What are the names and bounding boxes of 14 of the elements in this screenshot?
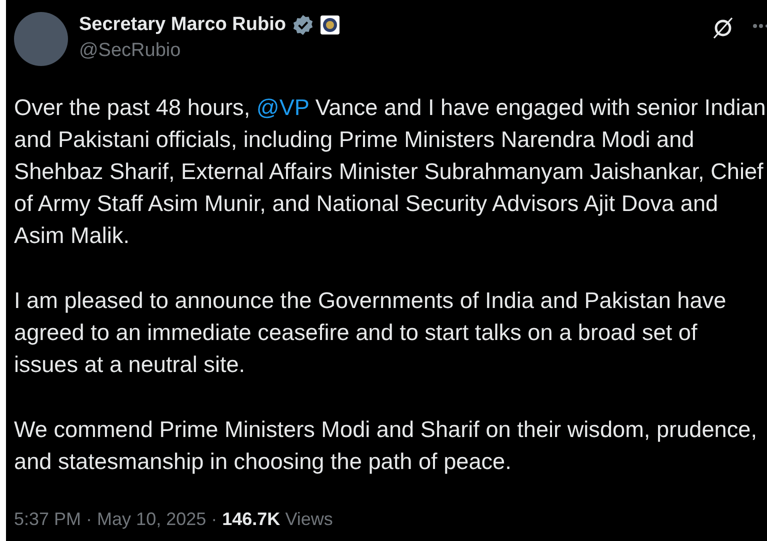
post-paragraph: I am pleased to announce the Governments of India and Pakistan have agreed to an immediate ceasefire and to start talks on a broad set of issues at a neutral site. bbox=[14, 287, 728, 379]
avatar[interactable] bbox=[14, 12, 68, 66]
separator-dot: · bbox=[211, 509, 218, 530]
slashed-circle-icon[interactable] bbox=[712, 16, 734, 40]
seal-icon bbox=[320, 15, 340, 35]
view-count: 146.7K Views bbox=[222, 509, 333, 530]
mention-link[interactable]: @VP bbox=[256, 95, 310, 120]
author-handle[interactable]: @SecRubio bbox=[79, 40, 340, 62]
post-paragraph: We commend Prime Ministers Modi and Sharif on their wisdom, prudence, and statesmanship in choosing the path of peace. bbox=[14, 416, 758, 476]
post-paragraph: Over the past 48 hours, @VP Vance and I have engaged with senior Indian and Pakistani officials, including Prime Ministers Narendra Modi and Shehbaz Sharif, External Affairs Minister Subrahmanyam Jaishankar, Chief of Army Staff Asim Munir, and National Security Advisors Ajit Dova and Asim Malik. bbox=[14, 94, 767, 250]
separator-dot: · bbox=[86, 509, 92, 530]
author-name[interactable]: Secretary Marco Rubio bbox=[79, 14, 286, 36]
post-time[interactable]: 5:37 PM bbox=[14, 509, 82, 530]
post-date[interactable]: May 10, 2025 bbox=[97, 509, 206, 530]
